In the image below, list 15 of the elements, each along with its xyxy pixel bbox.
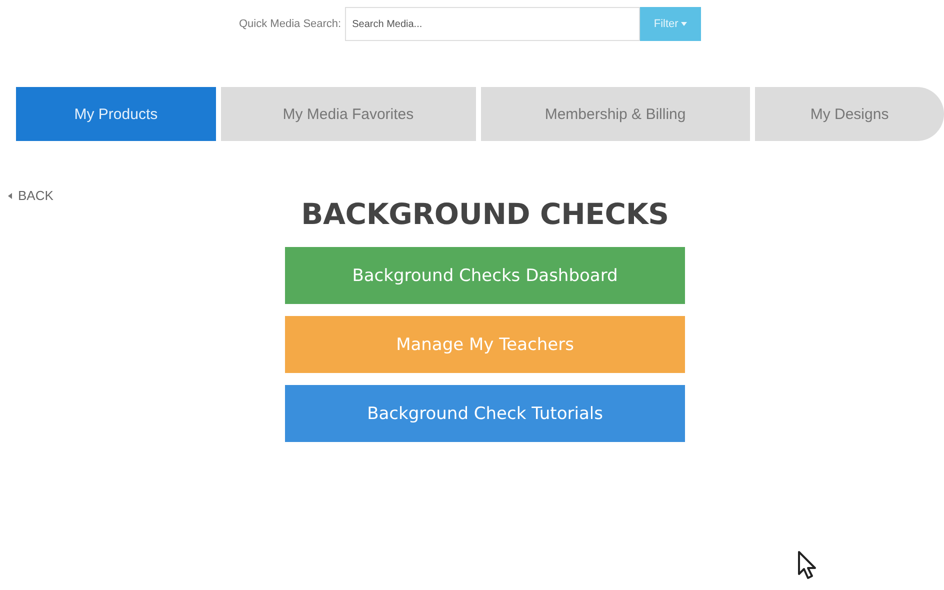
search-label: Quick Media Search:: [239, 18, 342, 30]
back-link[interactable]: BACK: [8, 188, 54, 203]
tab[interactable]: My Products: [16, 87, 216, 141]
tab[interactable]: My Media Favorites: [220, 87, 476, 141]
caret-icon: [8, 192, 12, 198]
tab[interactable]: Membership & Billing: [480, 87, 750, 141]
search-field[interactable]: Search Media...: [345, 7, 640, 41]
action-button[interactable]: Manage My Teachers: [285, 316, 685, 373]
action-button[interactable]: Background Checks Dashboard: [285, 247, 685, 304]
caret-icon: [681, 22, 688, 26]
page-heading: BACKGROUND CHECKS: [301, 197, 669, 231]
filter-button[interactable]: Filter: [640, 7, 702, 41]
cursor-icon: [797, 550, 819, 582]
tab[interactable]: My Designs: [755, 87, 944, 141]
action-button[interactable]: Background Check Tutorials: [285, 385, 685, 442]
